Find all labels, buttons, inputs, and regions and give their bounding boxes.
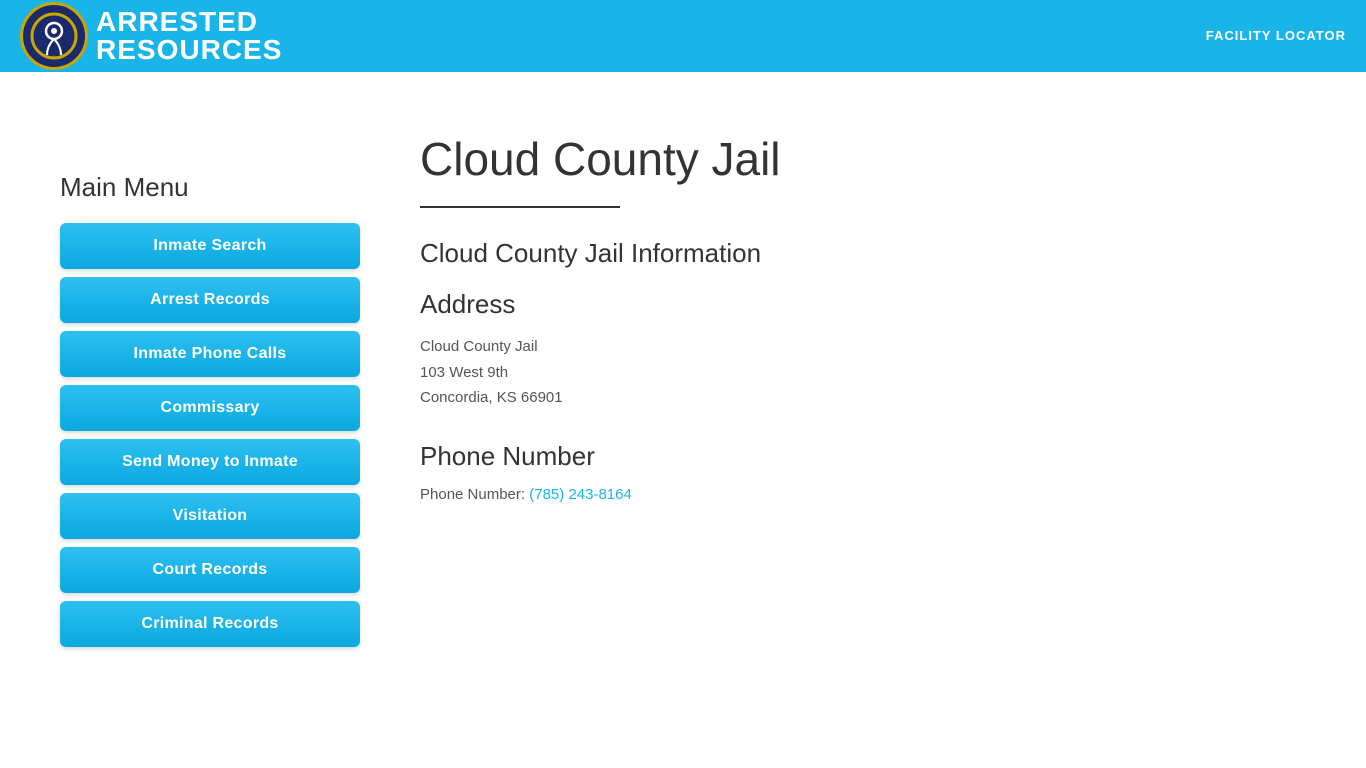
main-content: Main Menu Inmate SearchArrest RecordsInm… <box>0 72 1366 695</box>
info-heading: Cloud County Jail Information <box>420 238 1306 269</box>
title-divider <box>420 206 620 208</box>
address-block: Cloud County Jail 103 West 9th Concordia… <box>420 334 1306 411</box>
phone-label: Phone Number: (785) 243-8164 <box>420 486 1306 503</box>
menu-item-commissary[interactable]: Commissary <box>60 385 360 431</box>
menu-item-send-money-to-inmate[interactable]: Send Money to Inmate <box>60 439 360 485</box>
phone-section: Phone Number: (785) 243-8164 <box>420 486 1306 503</box>
logo-area: ★ ★ ★ ARRESTED RESOURCES <box>20 2 282 70</box>
logo-badge: ★ ★ ★ <box>20 2 88 70</box>
address-heading: Address <box>420 289 1306 320</box>
logo-line1: ARRESTED <box>96 8 282 36</box>
menu-item-inmate-search[interactable]: Inmate Search <box>60 223 360 269</box>
header: ★ ★ ★ ARRESTED RESOURCES FACILITY LOCATO… <box>0 0 1366 72</box>
facility-locator-link[interactable]: FACILITY LOCATOR <box>1206 28 1346 43</box>
phone-heading: Phone Number <box>420 441 1306 472</box>
page-title: Cloud County Jail <box>420 132 1306 186</box>
logo-line2: RESOURCES <box>96 36 282 64</box>
sidebar-title: Main Menu <box>60 172 360 203</box>
content-section: Cloud County Jail Cloud County Jail Info… <box>420 112 1306 655</box>
address-line1: Cloud County Jail <box>420 334 1306 360</box>
menu-item-arrest-records[interactable]: Arrest Records <box>60 277 360 323</box>
phone-number-link[interactable]: (785) 243-8164 <box>529 486 632 503</box>
sidebar: Main Menu Inmate SearchArrest RecordsInm… <box>60 112 360 655</box>
logo-icon: ★ ★ ★ <box>29 11 79 61</box>
address-line2: 103 West 9th <box>420 360 1306 386</box>
phone-label-text: Phone Number: <box>420 486 529 503</box>
svg-text:★ ★ ★: ★ ★ ★ <box>46 55 63 61</box>
menu-item-criminal-records[interactable]: Criminal Records <box>60 601 360 647</box>
menu-item-visitation[interactable]: Visitation <box>60 493 360 539</box>
menu-list: Inmate Search Arrest Records Inmate Phone … <box>60 223 360 647</box>
menu-item-court-records[interactable]: Court Records <box>60 547 360 593</box>
address-line3: Concordia, KS 66901 <box>420 385 1306 411</box>
logo-text: ARRESTED RESOURCES <box>96 8 282 64</box>
main-nav[interactable]: FACILITY LOCATOR <box>1206 27 1346 45</box>
menu-item-inmate-phone-calls[interactable]: Inmate Phone Calls <box>60 331 360 377</box>
